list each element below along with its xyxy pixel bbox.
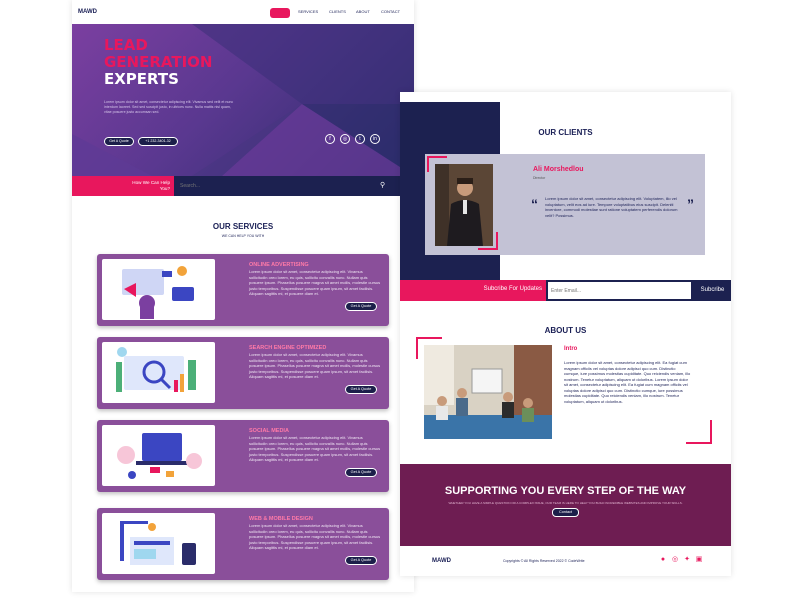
social-media-illustration — [102, 425, 215, 486]
subscribe-label: Subcribe For Updates — [483, 286, 542, 292]
about-title: ABOUT US — [544, 326, 587, 335]
service-title: WEB & MOBILE DESIGN — [249, 516, 313, 522]
service-title: ONLINE ADVERTISING — [249, 262, 309, 268]
help-search-bar: How We Can Help You? ⚲ — [72, 176, 414, 196]
support-banner: SUPPORTING YOU EVERY STEP OF THE WAY WHE… — [400, 464, 731, 546]
twitter-icon[interactable]: t — [355, 134, 365, 144]
service-description: Lorem ipsum dolor sit amet, consectetur … — [249, 352, 381, 379]
service-description: Lorem ipsum dolor sit amet, consectetur … — [249, 435, 381, 462]
service-card-online-advertising: ONLINE ADVERTISING Lorem ipsum dolor sit… — [97, 254, 389, 326]
hero-banner: LEAD GENERATION EXPERTS Lorem ipsum dolo… — [72, 24, 414, 176]
open-quote-icon: “ — [531, 196, 538, 212]
service-get-quote-button[interactable]: Get A Quote — [345, 468, 377, 477]
help-label: How We Can Help You? — [132, 180, 170, 191]
nav-item-services[interactable]: SERVICES — [298, 9, 318, 14]
client-role: Director — [533, 176, 546, 180]
footer-copyright: Copyrights © All Rights Reserved 2022 © … — [503, 559, 585, 563]
service-title: SEARCH ENGINE OPTIMIZED — [249, 345, 327, 351]
advertising-illustration — [102, 259, 215, 320]
about-description: Lorem ipsum dolor sit amet, consectetur … — [564, 360, 691, 404]
footer-logo[interactable]: MAWD — [432, 558, 451, 564]
hero-title-line3: EXPERTS — [104, 70, 179, 88]
services-title: OUR SERVICES — [212, 222, 274, 231]
subscribe-button[interactable]: Subcribe — [694, 280, 731, 301]
service-title: SOCIAL MEDIA — [249, 428, 289, 434]
nav-item-home[interactable]: HOME — [275, 9, 287, 14]
photo-frame-corner — [478, 232, 498, 250]
search-input[interactable] — [180, 180, 370, 192]
subscribe-bar: Subcribe For Updates Subcribe — [400, 280, 731, 301]
advertising-illustration-art — [122, 266, 194, 319]
about-heading: Intro — [564, 346, 578, 352]
instagram-icon[interactable]: ◎ — [340, 134, 350, 144]
nav-item-about[interactable]: ABOUT — [356, 9, 370, 14]
hero-title-line1: LEAD — [104, 36, 148, 54]
search-icon[interactable]: ⚲ — [380, 181, 385, 189]
footer: MAWD Copyrights © All Rights Reserved 20… — [400, 546, 731, 576]
contact-button[interactable]: Contact — [552, 508, 579, 517]
about-frame-corner — [686, 420, 712, 444]
client-testimonial: Lorem ipsum dolor sit amet, consectetur … — [545, 196, 678, 218]
subscribe-label-block: Subcribe For Updates — [400, 280, 546, 301]
about-team-photo — [424, 345, 552, 439]
linkedin-icon[interactable]: ▣ — [695, 556, 703, 564]
social-media-illustration-art — [117, 433, 202, 479]
web-design-illustration — [102, 513, 215, 574]
support-subtitle: WHETHER YOU HAVE A SIMPLE QUESTION OR A … — [448, 501, 683, 505]
service-get-quote-button[interactable]: Get A Quote — [345, 556, 377, 565]
phone-button[interactable]: +1 232-3401-32 — [138, 137, 178, 146]
search-container: ⚲ — [174, 176, 414, 196]
service-card-web-mobile-design: WEB & MOBILE DESIGN Lorem ipsum dolor si… — [97, 508, 389, 580]
home-page-preview: MAWD HOME SERVICES CLIENTS ABOUT CONTACT… — [72, 0, 414, 592]
seo-illustration — [102, 342, 215, 403]
client-name: Ali Morshedlou — [533, 166, 584, 173]
inner-page-preview: OUR CLIENTS Ali Morshedlou Director “ Lo… — [400, 92, 731, 576]
facebook-icon[interactable]: ● — [659, 556, 667, 564]
service-card-social-media: SOCIAL MEDIA Lorem ipsum dolor sit amet,… — [97, 420, 389, 492]
help-label-block: How We Can Help You? — [72, 176, 174, 196]
service-card-seo: SEARCH ENGINE OPTIMIZED Lorem ipsum dolo… — [97, 337, 389, 409]
linkedin-icon[interactable]: in — [370, 134, 380, 144]
top-navbar: MAWD HOME SERVICES CLIENTS ABOUT CONTACT — [72, 0, 414, 24]
close-quote-icon: ” — [687, 196, 694, 212]
service-description: Lorem ipsum dolor sit amet, consectetur … — [249, 269, 381, 296]
hero-title-line2: GENERATION — [104, 53, 213, 71]
team-meeting-image — [424, 345, 552, 439]
get-quote-button[interactable]: Get A Quote — [104, 137, 134, 146]
nav-item-contact[interactable]: CONTACT — [381, 9, 400, 14]
service-description: Lorem ipsum dolor sit amet, consectetur … — [249, 523, 381, 550]
web-design-illustration-art — [120, 521, 196, 565]
instagram-icon[interactable]: ◎ — [671, 556, 679, 564]
clients-title: OUR CLIENTS — [538, 128, 593, 137]
site-logo[interactable]: MAWD — [78, 9, 97, 15]
nav-item-clients[interactable]: CLIENTS — [329, 9, 346, 14]
support-title: SUPPORTING YOU EVERY STEP OF THE WAY — [444, 485, 687, 497]
twitter-icon[interactable]: ✦ — [683, 556, 691, 564]
email-field[interactable] — [547, 281, 692, 300]
service-get-quote-button[interactable]: Get A Quote — [345, 385, 377, 394]
seo-illustration-art — [116, 347, 196, 392]
services-subtitle: WE CAN HELP YOU WITH — [221, 234, 265, 238]
hero-description: Lorem ipsum dolor sit amet, consectetur … — [104, 100, 234, 114]
facebook-icon[interactable]: f — [325, 134, 335, 144]
service-get-quote-button[interactable]: Get A Quote — [345, 302, 377, 311]
